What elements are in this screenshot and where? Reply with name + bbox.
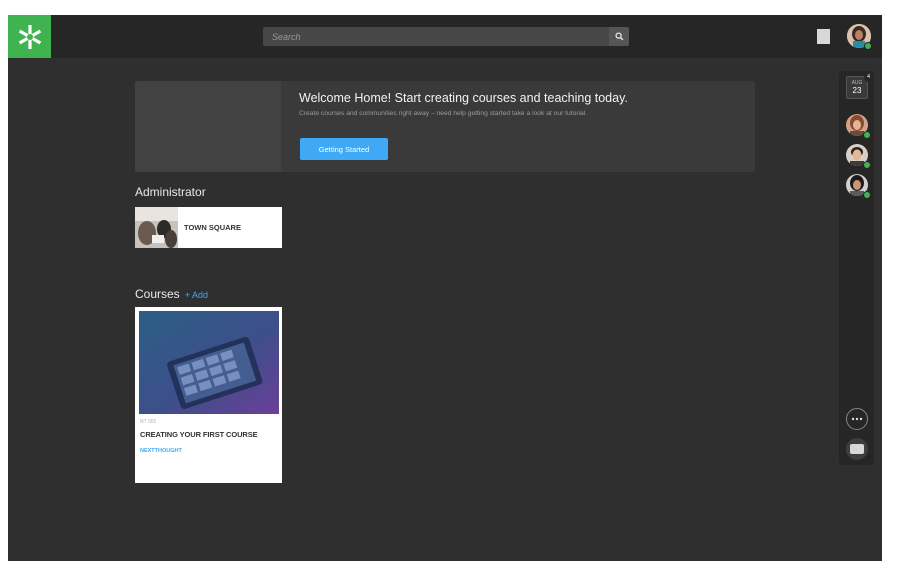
course-code: NT 001 [140,419,157,425]
more-options-button[interactable] [846,408,868,430]
calendar-notification-badge: 4 [864,73,873,82]
contact-online-indicator [863,161,871,169]
welcome-banner: Welcome Home! Start creating courses and… [135,81,755,172]
search-bar [263,27,629,46]
top-bar [8,15,882,58]
course-card[interactable]: NT 001 CREATING YOUR FIRST COURSE NEXTTH… [135,307,282,483]
chat-bubble-icon [850,444,864,454]
welcome-image-placeholder [135,81,281,172]
contact-online-indicator [863,191,871,199]
ellipsis-icon [851,417,863,421]
community-name: TOWN SQUARE [184,223,241,232]
search-input[interactable] [263,27,603,46]
contact-online-indicator [863,131,871,139]
courses-heading: Courses + Add [135,287,208,301]
course-thumbnail [139,311,279,414]
search-icon [614,32,623,41]
add-course-link[interactable]: + Add [185,290,208,300]
courses-heading-label: Courses [135,287,180,301]
welcome-title: Welcome Home! Start creating courses and… [299,91,628,105]
right-sidebar: AUG 23 4 [839,71,874,465]
course-title: CREATING YOUR FIRST COURSE [140,430,258,439]
welcome-subtitle: Create courses and communities right awa… [299,110,588,117]
home-logo-button[interactable] [8,15,51,58]
chat-button[interactable] [846,438,868,460]
user-online-indicator [864,42,872,50]
community-card-town-square[interactable]: TOWN SQUARE [135,207,282,248]
app-window: Welcome Home! Start creating courses and… [8,15,882,561]
nextthought-logo-icon [18,24,41,49]
administrator-heading: Administrator [135,185,206,199]
notifications-button[interactable] [817,29,830,44]
calendar-day: 23 [852,86,862,95]
getting-started-button[interactable]: Getting Started [300,138,388,160]
community-thumbnail [135,207,178,248]
search-button[interactable] [609,27,629,46]
course-author: NEXTTHOUGHT [140,448,182,454]
